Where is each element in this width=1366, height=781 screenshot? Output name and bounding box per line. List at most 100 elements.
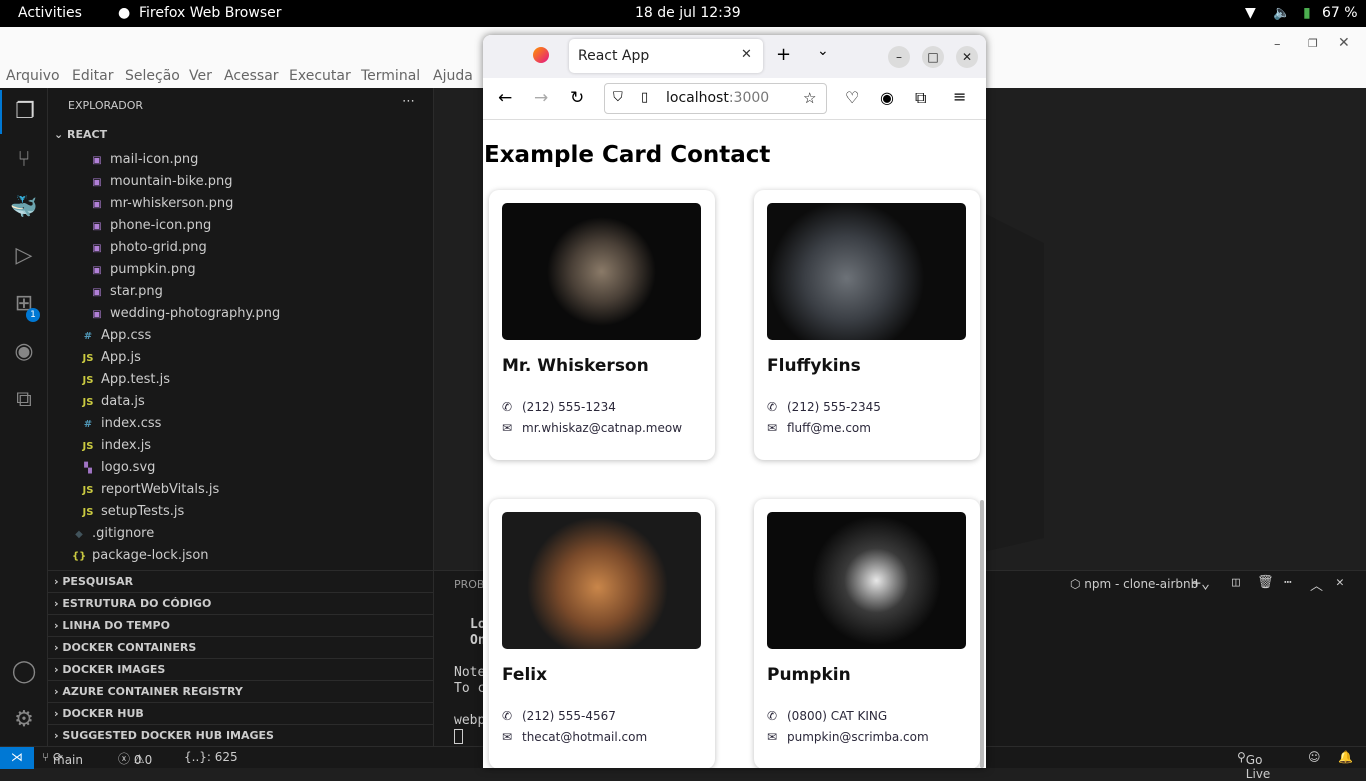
menu-editar[interactable]: Editar xyxy=(72,68,113,84)
shield-icon[interactable]: ⛉ xyxy=(613,90,623,105)
tab-react-app[interactable]: React App ✕ xyxy=(569,39,763,73)
split-terminal-icon[interactable]: ◫ xyxy=(1232,575,1240,590)
forward-icon[interactable]: → xyxy=(534,88,548,108)
close-panel-icon[interactable]: ✕ xyxy=(1336,575,1344,590)
file-js-icon: JS xyxy=(82,375,94,386)
restore-button[interactable]: ❐ xyxy=(1308,37,1318,50)
reload-icon[interactable]: ↻ xyxy=(570,88,584,108)
new-terminal-button[interactable]: +⌄ xyxy=(1192,574,1210,592)
file-item[interactable]: ▣ mail-icon.png xyxy=(48,149,433,171)
tab-close-icon[interactable]: ✕ xyxy=(741,47,752,62)
file-item[interactable]: JS setupTests.js xyxy=(48,501,433,523)
account-icon[interactable]: ◯ xyxy=(0,650,48,694)
contact-email: ✉ pumpkin@scrimba.com xyxy=(767,730,929,744)
page-content: Example Card Contact Mr. Whiskerson ✆ (212… xyxy=(483,120,986,768)
menu-ajuda[interactable]: Ajuda xyxy=(433,68,473,84)
docker-icon[interactable]: 🐳 xyxy=(0,186,48,230)
minimize-button[interactable]: – xyxy=(1274,37,1281,52)
list-tabs-chevron-icon[interactable]: ⌄ xyxy=(817,43,829,59)
more-actions-icon[interactable]: ⋯ xyxy=(402,94,415,109)
app-menu[interactable]: Firefox Web Browser xyxy=(139,5,282,21)
bookmark-star-icon[interactable]: ☆ xyxy=(803,89,816,107)
section-pesquisar[interactable]: › PESQUISAR xyxy=(48,570,433,592)
battery-icon[interactable]: ▮ xyxy=(1303,5,1311,21)
folder-react[interactable]: ⌄ REACT xyxy=(48,124,433,146)
file-item[interactable]: JS App.js xyxy=(48,347,433,369)
close-button[interactable]: ✕ xyxy=(956,46,978,68)
trash-icon[interactable]: 🗑 xyxy=(1257,575,1274,590)
file-item[interactable]: ▣ photo-grid.png xyxy=(48,237,433,259)
file-item[interactable]: ◆ .gitignore xyxy=(48,523,433,545)
notifications-bell-icon[interactable]: 🔔 xyxy=(1338,750,1353,764)
section-docker-containers[interactable]: › DOCKER CONTAINERS xyxy=(48,636,433,658)
menu-terminal[interactable]: Terminal xyxy=(361,68,420,84)
file-item[interactable]: # index.css xyxy=(48,413,433,435)
maximize-panel-icon[interactable]: ︿ xyxy=(1310,575,1323,594)
firefox-view-icon[interactable] xyxy=(533,47,549,63)
file-item[interactable]: ▣ phone-icon.png xyxy=(48,215,433,237)
clock[interactable]: 18 de jul 12:39 xyxy=(635,5,741,21)
account-icon[interactable]: ◉ xyxy=(880,88,894,107)
json-indicator[interactable]: {..}: 625 xyxy=(184,750,238,764)
branch-indicator[interactable]: ⑂ main ⟳ xyxy=(42,750,83,767)
file-item[interactable]: JS data.js xyxy=(48,391,433,413)
file-item[interactable]: JS index.js xyxy=(48,435,433,457)
pocket-icon[interactable]: ♡ xyxy=(845,88,859,107)
phone-icon: ✆ xyxy=(767,709,778,723)
file-item[interactable]: ▣ star.png xyxy=(48,281,433,303)
volume-icon[interactable]: 🔈 xyxy=(1273,5,1290,21)
section-docker-hub[interactable]: › DOCKER HUB xyxy=(48,702,433,724)
settings-gear-icon[interactable]: ⚙ xyxy=(0,698,48,742)
terminal-selector[interactable]: ⬡ npm - clone-airbnb xyxy=(1070,577,1198,591)
section-suggested-docker-hub-images[interactable]: › SUGGESTED DOCKER HUB IMAGES xyxy=(48,724,433,746)
section-estrutura-do-código[interactable]: › ESTRUTURA DO CÓDIGO xyxy=(48,592,433,614)
file-item[interactable]: {} package-lock.json xyxy=(48,545,433,567)
maximize-button[interactable]: □ xyxy=(922,46,944,68)
file-item[interactable]: ▣ pumpkin.png xyxy=(48,259,433,281)
extensions-icon[interactable]: ⊞ 1 xyxy=(0,282,48,326)
file-css-icon: # xyxy=(83,331,93,342)
cat-photo xyxy=(502,512,701,649)
menu-seleção[interactable]: Seleção xyxy=(125,68,180,84)
url-bar[interactable]: ⛉ ▯ localhost:3000 ☆ xyxy=(604,83,827,114)
section-docker-images[interactable]: › DOCKER IMAGES xyxy=(48,658,433,680)
file-item[interactable]: # App.css xyxy=(48,325,433,347)
navigation-bar: ← → ↻ ⛉ ▯ localhost:3000 ☆ ♡ ◉ ⧉ ≡ xyxy=(483,78,986,120)
activities-button[interactable]: Activities xyxy=(18,5,82,21)
new-tab-button[interactable]: + xyxy=(776,44,791,65)
close-button[interactable]: ✕ xyxy=(1338,35,1350,51)
more-icon[interactable]: ⋯ xyxy=(1284,575,1292,590)
file-item[interactable]: ▣ mr-whiskerson.png xyxy=(48,193,433,215)
scrollbar[interactable] xyxy=(980,500,984,768)
section-linha-do-tempo[interactable]: › LINHA DO TEMPO xyxy=(48,614,433,636)
extensions-icon[interactable]: ⧉ xyxy=(915,88,926,108)
file-img-icon: ▣ xyxy=(92,177,102,188)
wifi-icon[interactable]: ▼ xyxy=(1245,5,1256,21)
file-item[interactable]: JS App.test.js xyxy=(48,369,433,391)
remote-indicator[interactable]: ⋊ xyxy=(0,747,34,769)
github-icon[interactable]: ◉ xyxy=(0,330,48,374)
page-icon[interactable]: ▯ xyxy=(641,90,648,105)
remote-explorer-icon[interactable]: ⧉ xyxy=(0,378,48,422)
file-item[interactable]: ▣ mountain-bike.png xyxy=(48,171,433,193)
minimize-button[interactable]: – xyxy=(888,46,910,68)
menu-acessar[interactable]: Acessar xyxy=(224,68,279,84)
menu-ver[interactable]: Ver xyxy=(189,68,212,84)
file-item[interactable]: ▚ logo.svg xyxy=(48,457,433,479)
go-live-button[interactable]: ⚲ Go Live xyxy=(1237,750,1270,781)
menu-arquivo[interactable]: Arquivo xyxy=(6,68,60,84)
section-azure-container-registry[interactable]: › AZURE CONTAINER REGISTRY xyxy=(48,680,433,702)
gnome-top-bar: Activities ● Firefox Web Browser 18 de j… xyxy=(0,0,1366,27)
problems-indicator[interactable]: ⓧ 0 ⚠ 0 xyxy=(118,750,152,767)
back-icon[interactable]: ← xyxy=(498,88,512,108)
file-item[interactable]: JS reportWebVitals.js xyxy=(48,479,433,501)
menu-executar[interactable]: Executar xyxy=(289,68,351,84)
explorer-icon[interactable]: ❐ xyxy=(0,90,48,134)
terminal-line: Note xyxy=(454,665,486,680)
source-control-icon[interactable]: ⑂ xyxy=(0,138,48,182)
feedback-icon[interactable]: ☺ xyxy=(1308,750,1321,764)
menu-hamburger-icon[interactable]: ≡ xyxy=(953,87,966,106)
file-name: photo-grid.png xyxy=(110,240,207,255)
file-item[interactable]: ▣ wedding-photography.png xyxy=(48,303,433,325)
run-debug-icon[interactable]: ▷ xyxy=(0,234,48,278)
